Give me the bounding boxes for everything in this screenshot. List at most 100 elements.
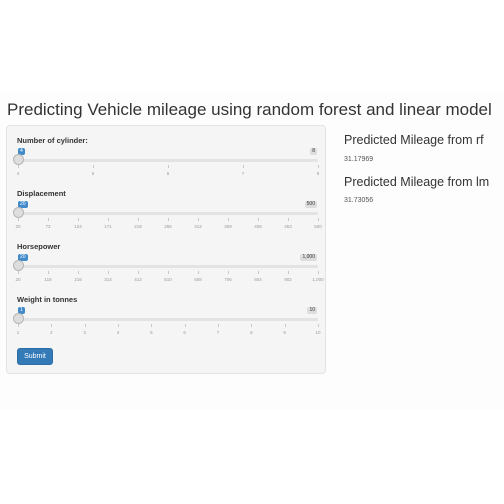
slider-label-horsepower: Horsepower	[17, 242, 61, 251]
app-container: Predicting Vehicle mileage using random …	[0, 92, 504, 410]
slider-tick-mark	[318, 324, 319, 327]
slider-tick-label: 500	[314, 224, 322, 229]
slider-tick-label: 10	[315, 330, 321, 335]
slider-tick-mark	[168, 165, 169, 168]
slider-tick-label: 359	[224, 224, 232, 229]
slider-tick-mark	[318, 165, 319, 168]
slider-tick-label: 706	[224, 277, 232, 282]
slider-tick-mark	[138, 271, 139, 274]
slider-tick-mark	[198, 218, 199, 221]
page-title: Predicting Vehicle mileage using random …	[7, 100, 492, 119]
submit-button[interactable]: Submit	[17, 348, 53, 365]
slider-tick-label: 9	[283, 330, 286, 335]
slider-handle[interactable]	[12, 313, 24, 324]
slider-tick-label: 6	[166, 171, 170, 176]
slider-tick-mark	[318, 271, 319, 274]
slider-tick-mark	[84, 324, 86, 327]
rf-heading: Predicted Mileage from rf	[344, 133, 484, 147]
slider-tick-label: 118	[44, 277, 52, 282]
slider-handle[interactable]	[12, 260, 24, 271]
slider-tick-label: 1	[16, 330, 20, 335]
slider-tick-label: 218	[134, 224, 142, 229]
slider-cylinders: Number of cylinder: 4 8 4 5 6 7 8	[7, 136, 327, 188]
slider-tick-label: 20	[15, 224, 21, 229]
slider-tick-label: 4	[16, 171, 20, 176]
slider-tick-mark	[151, 324, 153, 327]
slider-tick-mark	[318, 218, 319, 221]
slider-tick-mark	[108, 218, 109, 221]
slider-horsepower: Horsepower 20 1,000 20 118 216 314 412 510 608…	[7, 242, 327, 294]
slider-tick-mark	[138, 218, 139, 221]
slider-label-displacement: Displacement	[17, 189, 66, 198]
slider-tick-mark	[258, 271, 259, 274]
slider-tick-mark	[184, 324, 186, 327]
slider-tick-label: 5	[91, 171, 95, 176]
lm-heading: Predicted Mileage from lm	[344, 175, 490, 189]
slider-tick-label: 124	[74, 224, 82, 229]
slider-tick-label: 20	[15, 277, 21, 282]
slider-tick-mark	[48, 218, 49, 221]
slider-tick-mark	[118, 324, 119, 327]
slider-track[interactable]	[18, 159, 318, 162]
slider-tick-mark	[251, 324, 253, 327]
slider-tick-mark	[198, 271, 199, 274]
slider-tick-mark	[18, 218, 19, 221]
slider-tick-label: 406	[254, 224, 262, 229]
slider-track[interactable]	[18, 318, 318, 321]
slider-tick-label: 453	[284, 224, 292, 229]
slider-tick-label: 7	[216, 330, 220, 335]
slider-tick-label: 902	[284, 277, 292, 282]
slider-tick-mark	[168, 218, 169, 221]
slider-tick-label: 265	[164, 224, 172, 229]
slider-track[interactable]	[18, 212, 318, 215]
slider-tick-label: 216	[74, 277, 82, 282]
slider-tick-mark	[78, 271, 79, 274]
slider-ticks: 20 118 216 314 412 510 608 706 804 902 1,000	[7, 271, 327, 291]
slider-tick-label: 1,000	[312, 277, 324, 282]
slider-max-value: 1,000	[300, 254, 317, 261]
slider-handle[interactable]	[12, 207, 24, 218]
slider-tick-mark	[284, 324, 286, 327]
slider-weight: Weight in tonnes 1 10 1 2 3 4 5 6 7 8 9 10	[7, 295, 327, 347]
slider-tick-mark	[258, 218, 259, 221]
slider-tick-mark	[51, 324, 53, 327]
slider-tick-mark	[18, 324, 19, 327]
slider-tick-label: 5	[150, 330, 153, 335]
slider-tick-label: 3	[83, 330, 86, 335]
slider-displacement: Displacement 20 500 20 73 124 171 218 265 312 3…	[7, 189, 327, 241]
slider-tick-mark	[288, 271, 289, 274]
slider-tick-mark	[18, 271, 19, 274]
slider-ticks: 20 73 124 171 218 265 312 359 406 453 500	[7, 218, 327, 238]
slider-tick-label: 510	[164, 277, 172, 282]
slider-tick-mark	[218, 324, 219, 327]
slider-tick-mark	[18, 165, 19, 168]
slider-tick-mark	[243, 165, 244, 168]
slider-tick-mark	[48, 271, 49, 274]
slider-track[interactable]	[18, 265, 318, 268]
slider-tick-mark	[168, 271, 169, 274]
slider-max-value: 500	[304, 201, 317, 208]
slider-tick-label: 314	[104, 277, 112, 282]
slider-tick-label: 8	[250, 330, 253, 335]
slider-tick-mark	[228, 271, 229, 274]
slider-label-weight: Weight in tonnes	[17, 295, 78, 304]
slider-tick-label: 4	[116, 330, 120, 335]
slider-handle[interactable]	[12, 154, 24, 165]
slider-ticks: 1 2 3 4 5 6 7 8 9 10	[7, 324, 327, 344]
slider-tick-label: 608	[194, 277, 202, 282]
slider-tick-label: 804	[254, 277, 262, 282]
slider-tick-mark	[78, 218, 79, 221]
slider-tick-label: 412	[134, 277, 142, 282]
slider-max-value: 10	[307, 307, 317, 314]
slider-tick-label: 6	[183, 330, 186, 335]
slider-tick-label: 2	[50, 330, 53, 335]
slider-tick-label: 73	[45, 224, 51, 229]
slider-tick-mark	[93, 165, 94, 168]
lm-value: 31.73056	[344, 197, 374, 204]
slider-tick-label: 312	[194, 224, 202, 229]
slider-tick-mark	[228, 218, 229, 221]
slider-tick-mark	[288, 218, 289, 221]
rf-value: 31.17969	[344, 156, 374, 163]
slider-max-value: 8	[310, 148, 317, 155]
slider-ticks: 4 5 6 7 8	[7, 165, 327, 185]
